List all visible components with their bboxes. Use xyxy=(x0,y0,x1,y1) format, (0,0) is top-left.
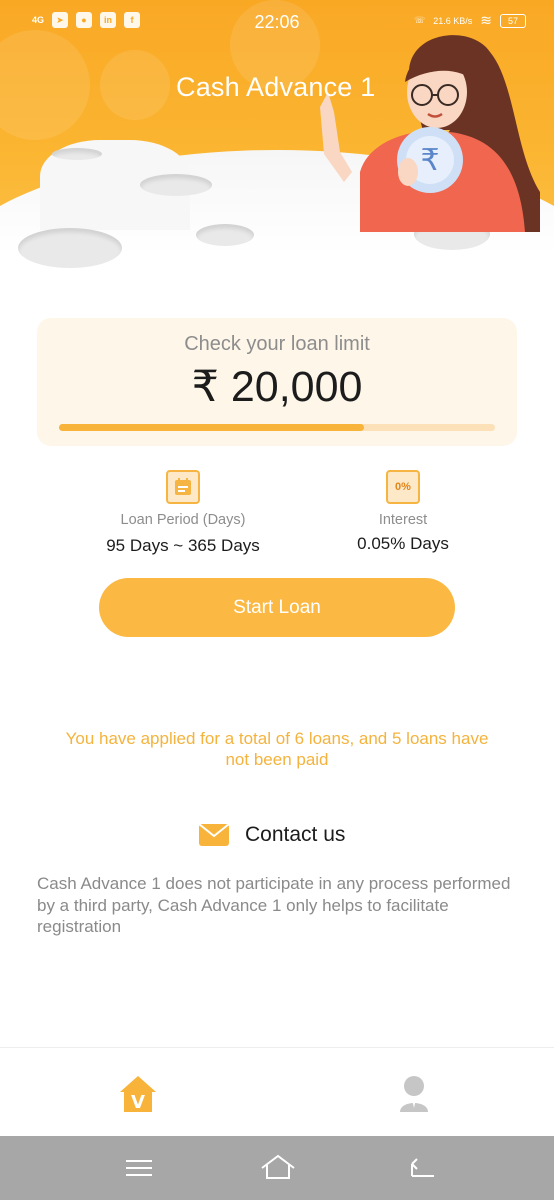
battery-icon: 57 xyxy=(500,13,526,28)
status-right-icons: ☏ 21.6 KB/s ≋ 57 xyxy=(414,12,526,29)
system-navigation-bar xyxy=(0,1136,554,1200)
loan-limit-amount: ₹ 20,000 xyxy=(191,363,363,411)
loan-period-info: Loan Period (Days) 95 Days ~ 365 Days xyxy=(98,470,268,556)
disclaimer-text: Cash Advance 1 does not participate in a… xyxy=(37,874,511,936)
menu-icon[interactable] xyxy=(123,1152,155,1184)
woman-illustration: ₹ xyxy=(320,35,540,232)
bokeh-decoration xyxy=(100,50,170,120)
moon-crater xyxy=(52,148,102,160)
speed-value: 21.6 xyxy=(433,15,451,26)
home-nav-icon[interactable] xyxy=(260,1152,296,1184)
start-loan-button[interactable]: Start Loan xyxy=(99,578,455,637)
home-icon: V xyxy=(120,1076,156,1113)
interest-info: 0% Interest 0.05% Days xyxy=(338,470,468,554)
call-icon: ☏ xyxy=(413,15,426,25)
tab-profile[interactable] xyxy=(392,1072,436,1116)
bokeh-decoration xyxy=(0,30,90,140)
loan-limit-heading: Check your loan limit xyxy=(184,333,370,355)
loan-period-value: 95 Days ~ 365 Days xyxy=(106,536,260,555)
contact-us-label: Contact us xyxy=(245,823,346,846)
bottom-tab-bar: V xyxy=(0,1047,554,1136)
calendar-icon xyxy=(166,470,200,504)
interest-value: 0.05% Days xyxy=(357,534,449,553)
interest-icon-text: 0% xyxy=(395,481,411,493)
speed-readout: 21.6 KB/s xyxy=(433,16,472,26)
status-bar: 4G ➤ ● in f 22:06 ☏ 21.6 KB/s ≋ 57 xyxy=(0,0,554,44)
mail-icon xyxy=(199,824,229,846)
app-title: Cash Advance 1 xyxy=(176,72,376,102)
loan-limit-progress-track xyxy=(59,424,495,431)
contact-us-link[interactable]: Contact us xyxy=(199,823,345,847)
user-icon xyxy=(400,1076,428,1112)
moon-crater xyxy=(140,174,212,196)
loan-status-notice: You have applied for a total of 6 loans,… xyxy=(65,729,489,769)
moon-crater xyxy=(18,228,122,268)
loan-limit-progress-fill xyxy=(59,424,365,431)
speed-unit: KB/s xyxy=(453,15,473,26)
svg-text:₹: ₹ xyxy=(420,143,439,178)
tab-home[interactable]: V xyxy=(116,1072,160,1116)
interest-label: Interest xyxy=(378,512,428,528)
wifi-icon: ≋ xyxy=(480,12,492,28)
loan-limit-card: Check your loan limit ₹ 20,000 xyxy=(37,318,517,446)
back-icon[interactable] xyxy=(406,1152,438,1184)
moon-crater xyxy=(196,224,254,246)
loan-period-label: Loan Period (Days) xyxy=(120,512,246,528)
interest-icon: 0% xyxy=(386,470,420,504)
home-icon-letter: V xyxy=(131,1092,145,1113)
